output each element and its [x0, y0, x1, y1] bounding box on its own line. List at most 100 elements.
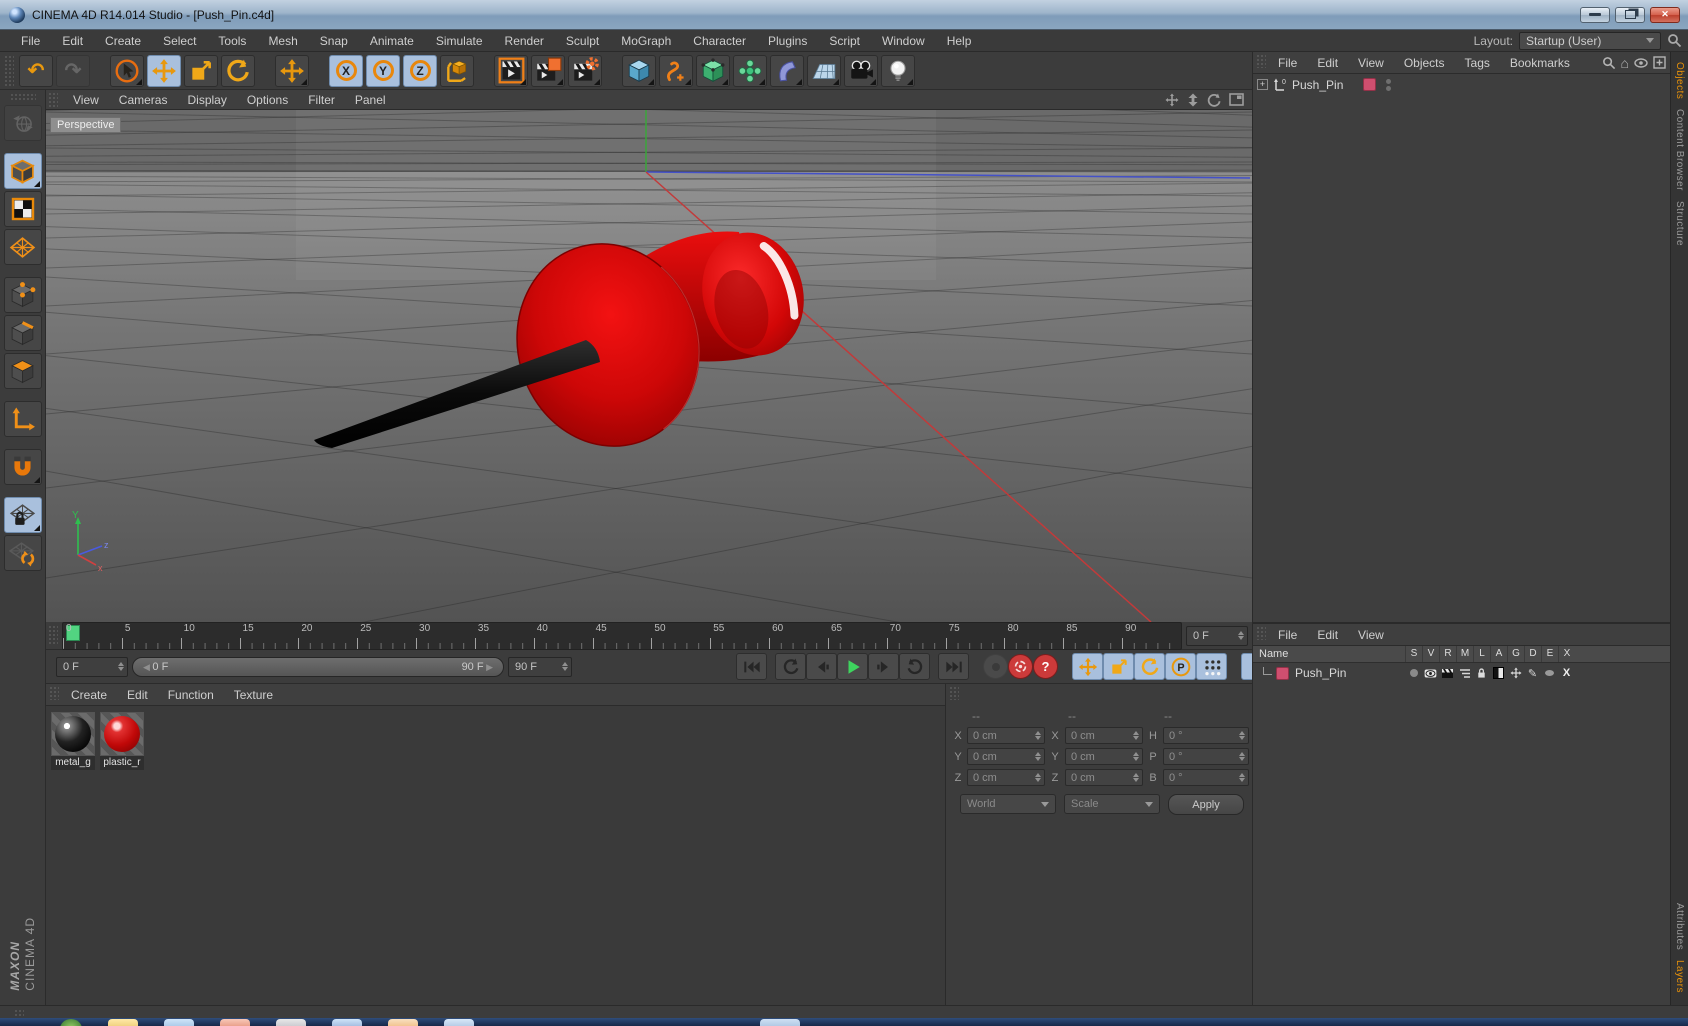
- materials-menu-item[interactable]: Edit: [118, 686, 157, 704]
- play-loop-button[interactable]: [899, 653, 930, 680]
- spinner-icon[interactable]: [1238, 631, 1244, 640]
- move-tool-button[interactable]: [147, 55, 181, 87]
- position-field[interactable]: 0 cm: [967, 769, 1045, 786]
- materials-menu-item[interactable]: Create: [62, 686, 116, 704]
- object-manager-menu-item[interactable]: View: [1349, 54, 1393, 72]
- max-frame-field[interactable]: 90 F: [508, 657, 572, 677]
- timeline-ruler[interactable]: 051015202530354045505560657075808590: [62, 622, 1182, 650]
- object-manager-menu-item[interactable]: Tags: [1456, 54, 1499, 72]
- taskbar-icon[interactable]: [332, 1019, 362, 1026]
- viewport-menu-item[interactable]: Display: [178, 91, 235, 109]
- add-environment-button[interactable]: [807, 55, 841, 87]
- record-keyframe-button[interactable]: [983, 654, 1008, 679]
- object-manager-menu-item[interactable]: Bookmarks: [1501, 54, 1579, 72]
- play-button[interactable]: [837, 653, 868, 680]
- menu-item[interactable]: Window: [873, 32, 934, 50]
- model-mode-button[interactable]: [4, 153, 42, 189]
- lock-y-axis-button[interactable]: Y: [366, 55, 400, 87]
- material-tag-icon[interactable]: [1363, 78, 1376, 91]
- column-header-g[interactable]: G: [1507, 646, 1524, 662]
- taskbar-icon[interactable]: [760, 1019, 800, 1026]
- rotation-field[interactable]: 0 °: [1163, 748, 1249, 765]
- menu-item[interactable]: Character: [684, 32, 755, 50]
- taskbar-icon[interactable]: [444, 1019, 474, 1026]
- menu-item[interactable]: Simulate: [427, 32, 492, 50]
- render-toggle[interactable]: [1439, 668, 1456, 679]
- scale-field[interactable]: 0 cm: [1065, 748, 1143, 765]
- search-icon[interactable]: [1602, 56, 1616, 70]
- add-spline-button[interactable]: [659, 55, 693, 87]
- taskbar-icon[interactable]: [60, 1019, 82, 1026]
- column-header-x[interactable]: X: [1558, 646, 1575, 662]
- rotation-field[interactable]: 0 °: [1163, 727, 1249, 744]
- keyframe-selection-button[interactable]: [1196, 653, 1227, 680]
- viewport-menu-item[interactable]: Panel: [346, 91, 395, 109]
- coordinate-system-button[interactable]: [440, 55, 474, 87]
- lock-x-axis-button[interactable]: X: [329, 55, 363, 87]
- taskbar-icon[interactable]: [388, 1019, 418, 1026]
- menu-item[interactable]: Mesh: [259, 32, 306, 50]
- tab-content-browser[interactable]: Content Browser: [1674, 109, 1685, 191]
- tab-structure[interactable]: Structure: [1674, 201, 1685, 246]
- object-manager-menu-item[interactable]: File: [1269, 54, 1306, 72]
- render-view-button[interactable]: [494, 55, 528, 87]
- spinner-icon[interactable]: [118, 662, 124, 671]
- material-item[interactable]: plastic_r: [100, 712, 144, 770]
- layer-manager-menu-item[interactable]: View: [1349, 626, 1393, 644]
- lock-toggle[interactable]: [1473, 667, 1490, 679]
- deformers-toggle[interactable]: ✎: [1524, 667, 1541, 680]
- viewport-rotate-icon[interactable]: [1207, 93, 1221, 107]
- menu-item[interactable]: MoGraph: [612, 32, 680, 50]
- layer-row-push-pin[interactable]: Push_Pin ✎ X: [1253, 663, 1670, 683]
- autokey-button[interactable]: [1008, 654, 1033, 679]
- make-editable-button[interactable]: [4, 105, 42, 141]
- viewport-menu-item[interactable]: Cameras: [110, 91, 177, 109]
- materials-menu-item[interactable]: Function: [159, 686, 223, 704]
- enable-axis-button[interactable]: [4, 401, 42, 437]
- viewport-menu-item[interactable]: Filter: [299, 91, 344, 109]
- object-manager-menu-item[interactable]: Edit: [1308, 54, 1347, 72]
- viewport[interactable]: Y z x Perspective: [46, 110, 1252, 623]
- menu-item[interactable]: Animate: [361, 32, 423, 50]
- column-header-r[interactable]: R: [1439, 646, 1456, 662]
- xref-toggle[interactable]: X: [1558, 667, 1575, 679]
- viewport-label[interactable]: Perspective: [50, 117, 121, 133]
- next-frame-button[interactable]: [868, 653, 899, 680]
- column-header-m[interactable]: M: [1456, 646, 1473, 662]
- status-grip[interactable]: [14, 1009, 24, 1018]
- menu-item[interactable]: Select: [154, 32, 205, 50]
- lock-workplane-button[interactable]: [4, 497, 42, 533]
- expand-icon[interactable]: +: [1257, 79, 1268, 90]
- undo-button[interactable]: ↶: [19, 55, 53, 87]
- frame-range-slider[interactable]: ◀ 0 F 90 F ▶: [132, 657, 504, 677]
- windows-taskbar[interactable]: [0, 1018, 1688, 1026]
- layer-manager-menu-item[interactable]: Edit: [1308, 626, 1347, 644]
- current-frame-field[interactable]: 0 F: [56, 657, 128, 677]
- materials-menu-item[interactable]: Texture: [225, 686, 282, 704]
- add-camera-button[interactable]: [844, 55, 878, 87]
- texture-mode-button[interactable]: [4, 191, 42, 227]
- goto-end-button[interactable]: [938, 653, 969, 680]
- viewport-pan-icon[interactable]: [1165, 93, 1179, 107]
- snap-button[interactable]: [4, 449, 42, 485]
- layer-manager-grip[interactable]: [1256, 626, 1266, 640]
- key-rotation-toggle[interactable]: [1134, 653, 1165, 680]
- taskbar-icon[interactable]: [108, 1019, 138, 1026]
- edges-mode-button[interactable]: [4, 315, 42, 351]
- add-deformer-button[interactable]: [770, 55, 804, 87]
- key-position-toggle[interactable]: [1072, 653, 1103, 680]
- taskbar-icon[interactable]: [164, 1019, 194, 1026]
- live-selection-button[interactable]: [110, 55, 144, 87]
- object-manager-grip[interactable]: [1256, 54, 1266, 68]
- transform-mode-dropdown[interactable]: Scale: [1064, 794, 1160, 814]
- tab-layers[interactable]: Layers: [1674, 960, 1685, 993]
- tab-attributes[interactable]: Attributes: [1674, 903, 1685, 950]
- menu-item[interactable]: Help: [938, 32, 981, 50]
- coordinate-system-dropdown[interactable]: World: [960, 794, 1056, 814]
- menu-item[interactable]: Sculpt: [557, 32, 608, 50]
- column-header-l[interactable]: L: [1473, 646, 1490, 662]
- key-scale-toggle[interactable]: [1103, 653, 1134, 680]
- maximize-button[interactable]: [1615, 7, 1645, 23]
- points-mode-button[interactable]: [4, 277, 42, 313]
- generators-toggle[interactable]: [1507, 667, 1524, 679]
